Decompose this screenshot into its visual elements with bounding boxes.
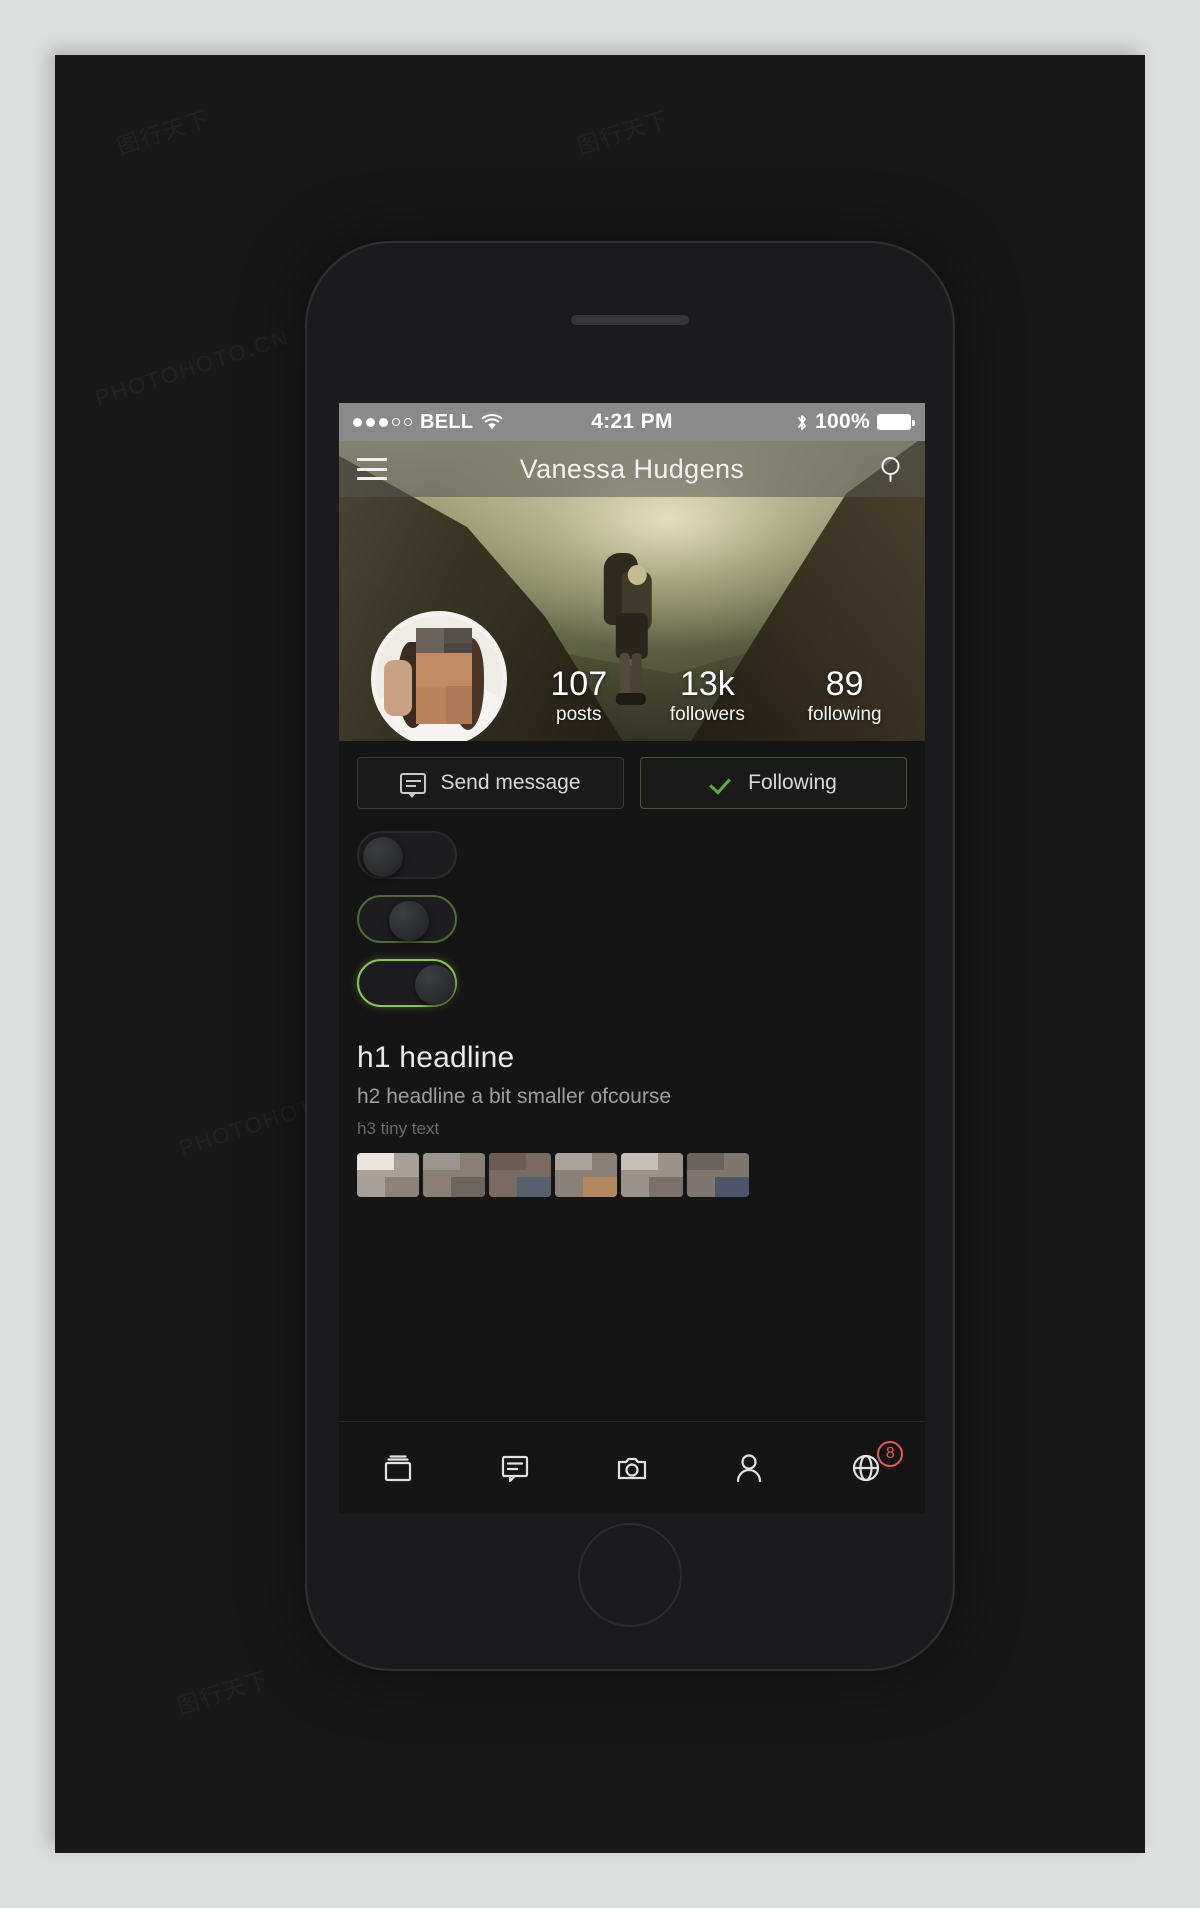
avatar-pixelated-face <box>416 628 472 724</box>
headline-h2: h2 headline a bit smaller ofcourse <box>357 1085 672 1108</box>
phone-mockup: BELL 4:21 PM 100% Vanessa Hudgens 107 po… <box>305 241 955 1671</box>
toggle-switch-on[interactable] <box>357 959 457 1007</box>
hamburger-menu-icon[interactable] <box>357 458 387 480</box>
stat-following-label: following <box>807 704 882 726</box>
bottom-tab-bar: 8 <box>339 1421 925 1513</box>
stat-posts[interactable]: 107 posts <box>550 667 607 725</box>
page-canvas: 图行天下 PHOTOHOTO.CN 图行天下 PHOTOHOTO.CN 图行天下… <box>0 0 1200 1908</box>
camera-icon <box>617 1457 647 1479</box>
bluetooth-icon <box>796 413 808 432</box>
chat-bubble-icon <box>501 1455 528 1482</box>
notification-badge: 8 <box>877 1440 904 1467</box>
send-message-label: Send message <box>440 771 581 794</box>
profile-stats: 107 posts 13k followers 89 following <box>519 667 913 725</box>
stat-followers[interactable]: 13k followers <box>670 667 745 725</box>
following-button[interactable]: Following <box>640 757 907 809</box>
toggle-knob <box>389 901 429 941</box>
tab-camera[interactable] <box>597 1439 667 1497</box>
battery-full-icon <box>877 414 915 430</box>
carrier-label: BELL <box>420 410 474 433</box>
send-message-button[interactable]: Send message <box>357 757 624 809</box>
toggle-switch-mid[interactable] <box>357 895 457 943</box>
thumbnail-strip <box>339 1139 925 1197</box>
tab-cards[interactable] <box>363 1439 433 1497</box>
thumbnail-item[interactable] <box>621 1153 683 1197</box>
headline-h3: h3 tiny text <box>357 1119 440 1138</box>
status-bar-right: 100% <box>796 410 915 434</box>
stat-posts-label: posts <box>556 704 602 726</box>
home-button[interactable] <box>578 1523 682 1627</box>
dark-artboard: 图行天下 PHOTOHOTO.CN 图行天下 PHOTOHOTO.CN 图行天下… <box>55 55 1145 1853</box>
stat-followers-label: followers <box>669 704 745 726</box>
check-icon <box>710 771 734 795</box>
thumbnail-item[interactable] <box>423 1153 485 1197</box>
thumbnail-item[interactable] <box>555 1153 617 1197</box>
phone-screen: BELL 4:21 PM 100% Vanessa Hudgens 107 po… <box>339 403 925 1513</box>
wifi-icon <box>481 413 503 431</box>
headline-h1: h1 headline <box>357 1041 515 1074</box>
thumbnail-item[interactable] <box>357 1153 419 1197</box>
thumbnail-item[interactable] <box>489 1153 551 1197</box>
watermark-brand: 图行天下 <box>172 1661 273 1721</box>
watermark-cn: PHOTOHOTO.CN <box>92 324 293 411</box>
person-icon <box>737 1453 762 1482</box>
avatar[interactable] <box>371 611 507 741</box>
page-title: Vanessa Hudgens <box>519 453 745 484</box>
phone-speaker-grille <box>571 315 689 325</box>
status-bar: BELL 4:21 PM 100% <box>339 403 925 441</box>
stat-following-value: 89 <box>825 665 864 704</box>
stat-posts-value: 107 <box>550 665 608 704</box>
watermark-brand: 图行天下 <box>112 101 213 161</box>
following-label: Following <box>748 771 837 794</box>
stat-followers-value: 13k <box>679 665 735 704</box>
typography-sample: h1 headline h2 headline a bit smaller of… <box>339 1007 925 1139</box>
profile-action-buttons: Send message Following <box>339 741 925 809</box>
thumbnail-item[interactable] <box>687 1153 749 1197</box>
cards-stack-icon <box>384 1454 411 1481</box>
battery-percent-label: 100% <box>815 410 870 433</box>
signal-strength-icon <box>353 417 412 427</box>
tab-messages[interactable] <box>480 1439 550 1497</box>
stat-following[interactable]: 89 following <box>808 667 882 725</box>
navigation-bar: Vanessa Hudgens <box>339 441 925 497</box>
toggle-knob <box>415 965 455 1005</box>
message-bubble-icon <box>400 772 427 798</box>
toggle-switch-off[interactable] <box>357 831 457 879</box>
status-bar-left: BELL <box>353 411 503 434</box>
toggle-group <box>339 809 925 1007</box>
watermark-brand: 图行天下 <box>572 101 673 161</box>
tab-profile[interactable] <box>714 1439 784 1497</box>
search-icon[interactable] <box>877 454 907 484</box>
toggle-knob <box>363 837 403 877</box>
tab-notifications[interactable]: 8 <box>831 1439 904 1497</box>
